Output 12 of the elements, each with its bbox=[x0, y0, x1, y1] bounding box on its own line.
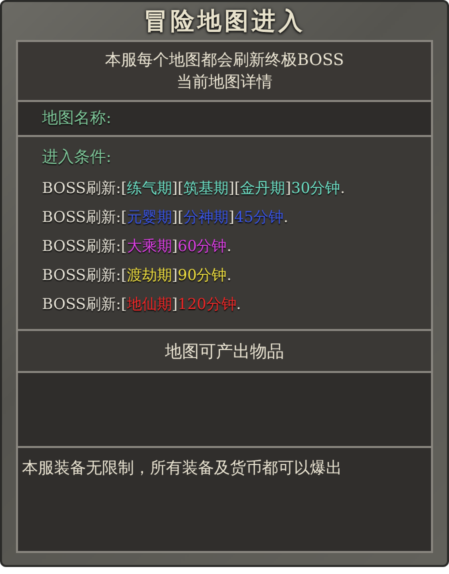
window-title: 冒险地图进入 bbox=[142, 6, 306, 37]
map-name-label: 地图名称: bbox=[42, 108, 112, 129]
boss-refresh-line: BOSS刷新:[地仙期]120分钟. bbox=[42, 294, 242, 315]
header-text: 当前地图详情 bbox=[176, 71, 272, 93]
header-text: 本服每个地图都会刷新终极BOSS bbox=[105, 49, 344, 71]
boss-refresh-line: BOSS刷新:[渡劫期]90分钟. bbox=[42, 265, 233, 286]
boss-refresh-line: BOSS刷新:[大乘期]60分钟. bbox=[42, 236, 233, 257]
conditions-label: 进入条件: bbox=[42, 147, 112, 168]
boss-refresh-line: BOSS刷新:[练气期][筑基期][金丹期]30分钟. bbox=[42, 178, 346, 199]
note-text: 本服装备无限制，所有装备及货币都可以爆出 bbox=[22, 458, 343, 479]
boss-refresh-line: BOSS刷新:[元婴期][分神期]45分钟. bbox=[42, 207, 290, 228]
drops-title: 地图可产出物品 bbox=[165, 340, 284, 362]
